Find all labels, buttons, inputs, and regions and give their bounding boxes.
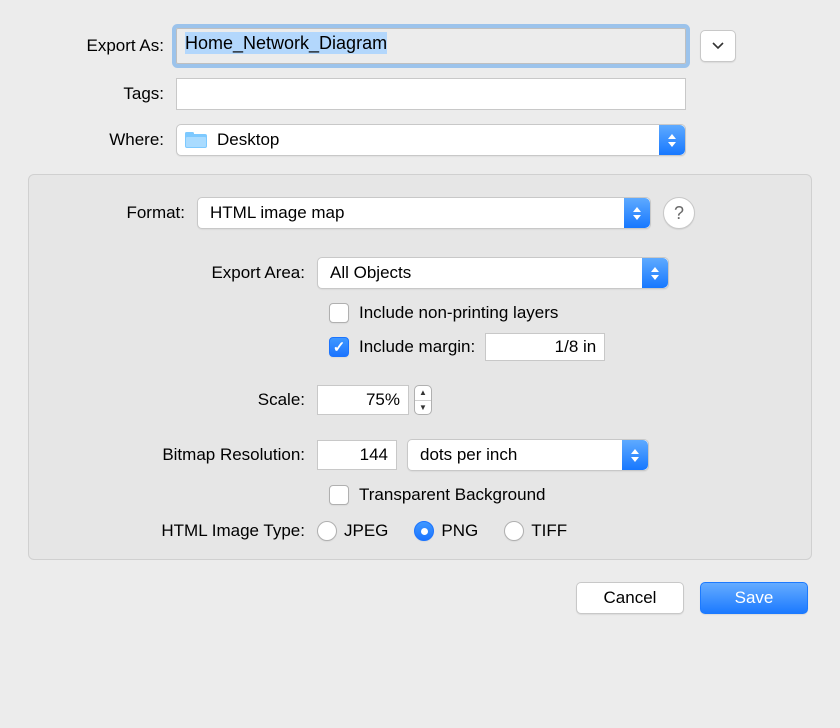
where-label: Where: (28, 130, 176, 150)
margin-input[interactable] (485, 333, 605, 361)
include-margin-label: Include margin: (359, 337, 475, 357)
export-area-label: Export Area: (29, 263, 317, 283)
format-label: Format: (29, 203, 197, 223)
resolution-input[interactable] (317, 440, 397, 470)
png-label: PNG (441, 521, 478, 541)
chevron-down-icon (712, 42, 724, 50)
export-area-value: All Objects (330, 263, 411, 283)
stepper-up-icon: ▲ (415, 386, 431, 401)
resolution-unit-value: dots per inch (420, 445, 517, 465)
updown-arrows-icon (642, 258, 668, 288)
cancel-button[interactable]: Cancel (576, 582, 684, 614)
tags-label: Tags: (28, 84, 176, 104)
bitmap-resolution-label: Bitmap Resolution: (29, 445, 317, 465)
updown-arrows-icon (624, 198, 650, 228)
jpeg-radio[interactable] (317, 521, 337, 541)
save-button[interactable]: Save (700, 582, 808, 614)
tiff-label: TIFF (531, 521, 567, 541)
html-image-type-label: HTML Image Type: (29, 521, 317, 541)
transparent-bg-label: Transparent Background (359, 485, 545, 505)
transparent-bg-checkbox[interactable] (329, 485, 349, 505)
resolution-unit-select[interactable]: dots per inch (407, 439, 649, 471)
options-panel: Format: HTML image map ? Export Area: Al… (28, 174, 812, 560)
include-nonprinting-checkbox[interactable] (329, 303, 349, 323)
scale-input[interactable] (317, 385, 409, 415)
scale-label: Scale: (29, 390, 317, 410)
stepper-down-icon: ▼ (415, 401, 431, 415)
updown-arrows-icon (659, 125, 685, 155)
scale-stepper[interactable]: ▲ ▼ (414, 385, 432, 415)
format-value: HTML image map (210, 203, 344, 223)
include-nonprinting-label: Include non-printing layers (359, 303, 558, 323)
where-select[interactable]: Desktop (176, 124, 686, 156)
where-value: Desktop (217, 130, 279, 150)
folder-icon (185, 131, 207, 149)
export-area-select[interactable]: All Objects (317, 257, 669, 289)
help-button[interactable]: ? (663, 197, 695, 229)
export-as-label: Export As: (28, 36, 176, 56)
tags-input[interactable] (176, 78, 686, 110)
tiff-radio[interactable] (504, 521, 524, 541)
png-radio[interactable] (414, 521, 434, 541)
expand-button[interactable] (700, 30, 736, 62)
export-as-input[interactable]: Home_Network_Diagram (176, 28, 686, 64)
include-margin-checkbox[interactable] (329, 337, 349, 357)
format-select[interactable]: HTML image map (197, 197, 651, 229)
jpeg-label: JPEG (344, 521, 388, 541)
updown-arrows-icon (622, 440, 648, 470)
filename-selection: Home_Network_Diagram (185, 32, 387, 54)
